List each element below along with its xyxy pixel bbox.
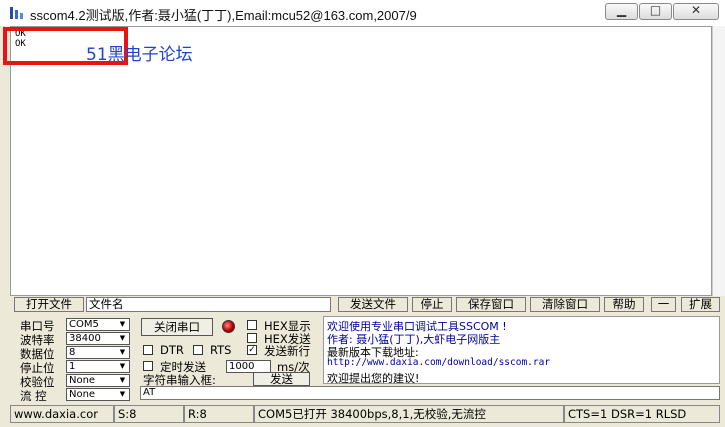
flow-select[interactable]: None ▼: [66, 388, 130, 401]
info-suggestion: 欢迎提出您的建议!: [327, 372, 420, 385]
chevron-down-icon: ▼: [119, 376, 126, 384]
rts-checkbox[interactable]: [193, 345, 203, 355]
close-icon: ✕: [690, 3, 702, 17]
stop-bits-value: 1: [69, 361, 76, 372]
info-panel: 欢迎使用专业串口调试工具SSCOM ! 作者: 聂小猛(丁丁),大虾电子网版主 …: [323, 316, 720, 385]
status-sent-count: S:8: [114, 405, 184, 423]
maximize-button[interactable]: □: [639, 3, 672, 20]
help-button[interactable]: 帮助: [604, 297, 644, 312]
parity-select[interactable]: None ▼: [66, 374, 130, 387]
info-download-link[interactable]: http://www.daxia.com/download/sscom.rar: [327, 357, 550, 368]
minimize-icon: ▁: [616, 3, 627, 17]
dtr-label: DTR: [160, 343, 184, 357]
data-bits-value: 8: [69, 347, 76, 358]
chevron-down-icon: ▼: [119, 390, 126, 398]
sscom-window: sscom4.2测试版,作者:聂小猛(丁丁),Email:mcu52@163.c…: [0, 0, 725, 427]
port-select[interactable]: COM5 ▼: [66, 318, 130, 331]
receive-area[interactable]: OK OK: [10, 26, 712, 296]
status-signals: CTS=1 DSR=1 RLSD: [564, 405, 720, 423]
hex-send-checkbox[interactable]: [247, 333, 257, 343]
data-bits-select[interactable]: 8 ▼: [66, 346, 130, 359]
expand-button[interactable]: 扩展: [681, 297, 720, 312]
flow-label: 流 控: [20, 389, 47, 403]
filename-input[interactable]: 文件名: [86, 297, 331, 312]
send-text-input[interactable]: AT: [140, 386, 720, 400]
title-bar: sscom4.2测试版,作者:聂小猛(丁丁),Email:mcu52@163.c…: [0, 0, 725, 26]
parity-value: None: [69, 375, 96, 386]
watermark-text: 51黑电子论坛: [86, 45, 193, 65]
send-newline-label: 发送新行: [264, 344, 310, 358]
timed-send-checkbox[interactable]: [143, 361, 153, 371]
baud-value: 38400: [69, 333, 101, 344]
status-received-count: R:8: [184, 405, 254, 423]
window-title: sscom4.2测试版,作者:聂小猛(丁丁),Email:mcu52@163.c…: [30, 8, 417, 23]
port-value: COM5: [69, 319, 99, 330]
chevron-down-icon: ▼: [119, 348, 126, 356]
close-button[interactable]: ✕: [673, 3, 719, 20]
vertical-scrollbar[interactable]: [712, 26, 725, 296]
minimize-button[interactable]: ▁: [605, 3, 638, 20]
dash-button[interactable]: 一: [651, 297, 676, 312]
maximize-icon: □: [649, 3, 662, 17]
status-site: www.daxia.cor: [10, 405, 114, 423]
send-file-button[interactable]: 发送文件: [338, 297, 408, 312]
hex-display-checkbox[interactable]: [247, 320, 257, 330]
send-newline-checkbox[interactable]: ✓: [247, 345, 257, 355]
chevron-down-icon: ▼: [119, 334, 126, 342]
stop-button[interactable]: 停止: [412, 297, 452, 312]
close-port-button[interactable]: 关闭串口: [141, 318, 213, 336]
chevron-down-icon: ▼: [119, 320, 126, 328]
baud-select[interactable]: 38400 ▼: [66, 332, 130, 345]
app-icon: [9, 5, 25, 21]
dtr-checkbox[interactable]: [143, 345, 153, 355]
rts-label: RTS: [210, 343, 232, 357]
port-status-led-icon: [222, 320, 235, 333]
check-icon: ✓: [248, 345, 256, 355]
status-port-info: COM5已打开 38400bps,8,1,无校验,无流控: [254, 405, 564, 423]
chevron-down-icon: ▼: [119, 362, 126, 370]
stop-bits-select[interactable]: 1 ▼: [66, 360, 130, 373]
open-file-button[interactable]: 打开文件: [14, 297, 84, 312]
send-button[interactable]: 发送: [253, 372, 310, 386]
clear-window-button[interactable]: 清除窗口: [530, 297, 600, 312]
flow-value: None: [69, 389, 96, 400]
save-window-button[interactable]: 保存窗口: [456, 297, 526, 312]
